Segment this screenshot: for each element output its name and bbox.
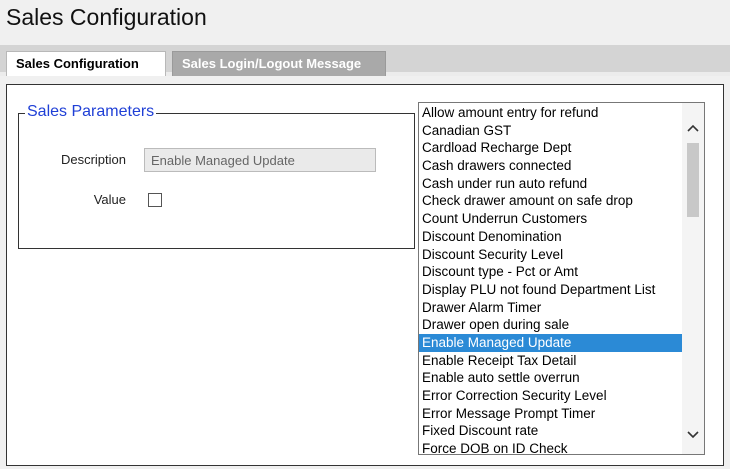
sales-parameters-legend: Sales Parameters <box>25 103 157 121</box>
scrollbar-thumb[interactable] <box>687 143 699 217</box>
list-item[interactable]: Enable auto settle overrun <box>419 369 682 387</box>
tab-sales-configuration[interactable]: Sales Configuration <box>6 51 166 76</box>
list-item[interactable]: Fixed Discount rate <box>419 422 682 440</box>
tab-sales-login-logout-message[interactable]: Sales Login/Logout Message <box>172 51 386 76</box>
list-item[interactable]: Discount Security Level <box>419 246 682 264</box>
content-panel: Sales Parameters Description Value Allow… <box>6 84 724 466</box>
list-item[interactable]: Cash drawers connected <box>419 157 682 175</box>
page-title: Sales Configuration <box>6 4 207 30</box>
parameter-listbox[interactable]: Allow amount entry for refund Canadian GS… <box>418 102 705 455</box>
listbox-scrollbar[interactable] <box>682 103 704 454</box>
list-item[interactable]: Count Underrun Customers <box>419 210 682 228</box>
chevron-up-icon[interactable] <box>682 117 704 139</box>
parameter-list: Allow amount entry for refund Canadian GS… <box>419 104 682 454</box>
value-checkbox[interactable] <box>148 193 162 207</box>
list-item[interactable]: Cardload Recharge Dept <box>419 139 682 157</box>
list-item[interactable]: Discount Denomination <box>419 228 682 246</box>
list-item[interactable]: Display PLU not found Department List <box>419 281 682 299</box>
description-label: Description <box>60 152 126 167</box>
list-item-selected[interactable]: Enable Managed Update <box>419 333 682 352</box>
list-item[interactable]: Canadian GST <box>419 122 682 140</box>
list-item[interactable]: Enable Receipt Tax Detail <box>419 352 682 370</box>
list-item[interactable]: Allow amount entry for refund <box>419 104 682 122</box>
list-item[interactable]: Error Message Prompt Timer <box>419 405 682 423</box>
list-item[interactable]: Drawer open during sale <box>419 316 682 334</box>
value-label: Value <box>93 192 126 207</box>
sales-parameters-group <box>18 113 415 249</box>
list-item[interactable]: Force DOB on ID Check <box>419 440 682 454</box>
list-item[interactable]: Cash under run auto refund <box>419 175 682 193</box>
list-item[interactable]: Check drawer amount on safe drop <box>419 192 682 210</box>
tab-strip: Sales Configuration Sales Login/Logout M… <box>0 45 730 76</box>
chevron-down-icon[interactable] <box>682 424 704 446</box>
list-item[interactable]: Drawer Alarm Timer <box>419 299 682 317</box>
description-field[interactable] <box>144 148 376 172</box>
list-item[interactable]: Discount type - Pct or Amt <box>419 263 682 281</box>
list-item[interactable]: Error Correction Security Level <box>419 387 682 405</box>
